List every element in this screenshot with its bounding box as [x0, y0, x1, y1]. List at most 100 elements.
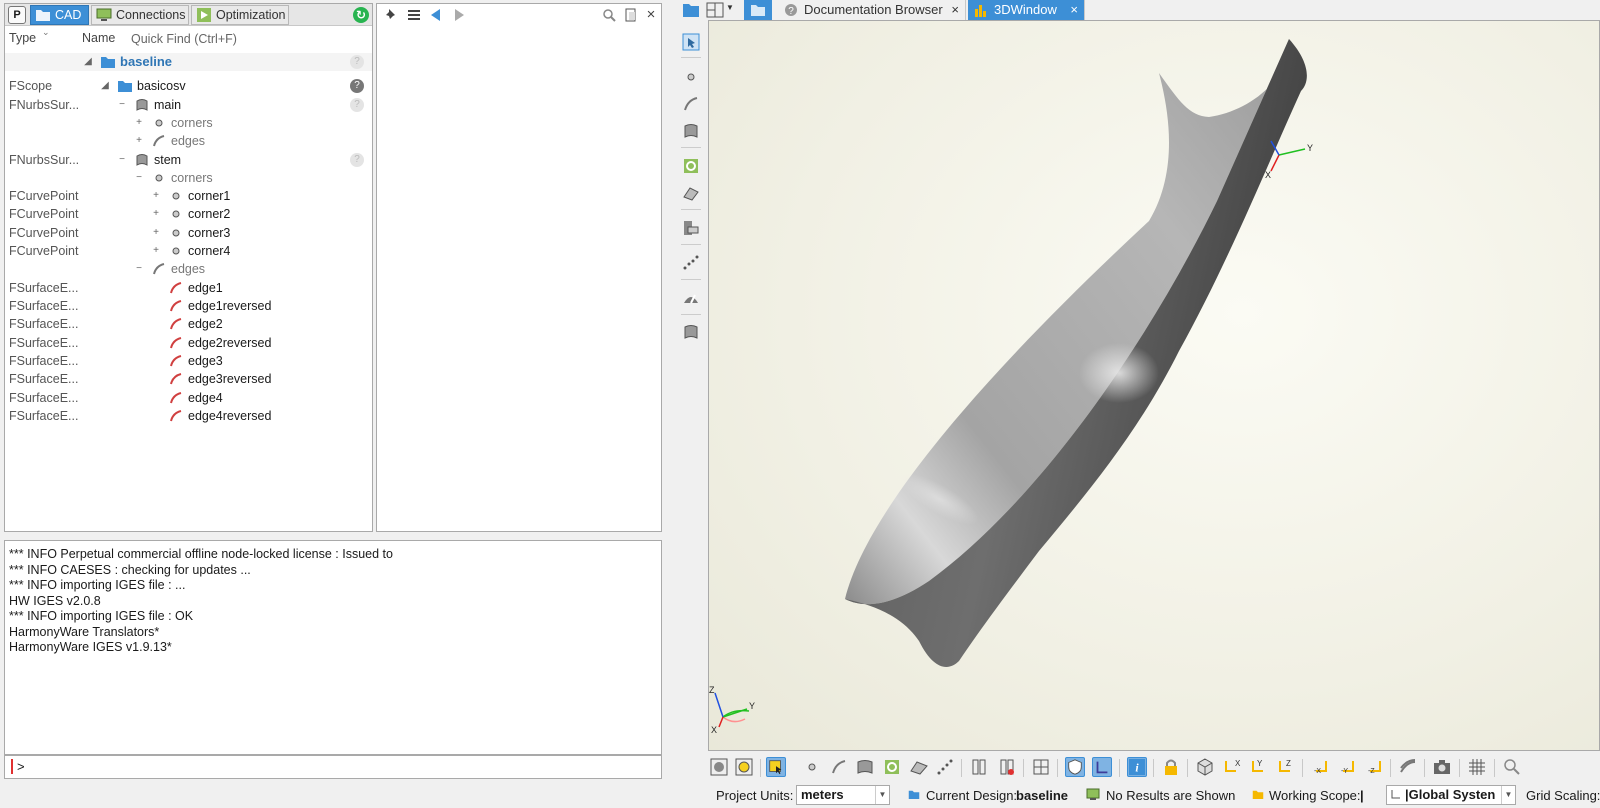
tree-row-edges[interactable]: − edges — [5, 260, 372, 278]
plane-filter-icon[interactable] — [909, 757, 929, 777]
pin-icon[interactable] — [383, 7, 399, 23]
tree-row-edge2reversed[interactable]: FSurfaceE... edge2reversed — [5, 334, 372, 352]
quick-find-input[interactable] — [131, 30, 367, 47]
collapse-toggle[interactable]: − — [117, 151, 127, 169]
tab-optimization[interactable]: Optimization — [191, 5, 289, 25]
forward-arrow-icon[interactable] — [451, 7, 467, 23]
view-neg-x-icon[interactable]: -X — [1310, 757, 1330, 777]
p-button[interactable]: P — [8, 6, 26, 24]
select-arrow-icon[interactable] — [682, 33, 700, 51]
folder-tab-button[interactable] — [744, 0, 772, 20]
tree-row-basicosv[interactable]: FScope ◢ basicosv ? — [5, 77, 372, 95]
view-neg-y-icon[interactable]: -Y — [1337, 757, 1357, 777]
tree-row-edge1reversed[interactable]: FSurfaceE... edge1reversed — [5, 297, 372, 315]
point-set-icon[interactable] — [682, 254, 700, 272]
folder-icon[interactable] — [682, 1, 700, 19]
tab-3dwindow[interactable]: 3DWindow × — [968, 0, 1085, 20]
search-icon[interactable] — [601, 7, 617, 23]
grid-view-icon[interactable] — [1031, 757, 1051, 777]
tree-row-corner4[interactable]: FCurvePoint + corner4 — [5, 242, 372, 260]
tree-row-edges[interactable]: + edges — [5, 132, 372, 150]
chevron-down-icon[interactable]: ▼ — [726, 3, 734, 12]
expand-toggle[interactable]: + — [134, 114, 144, 132]
tree-row-corners[interactable]: − corners — [5, 169, 372, 187]
design-surface-filter-icon[interactable] — [882, 757, 902, 777]
name-column-header[interactable]: Name — [82, 31, 115, 45]
selection-filter-icon[interactable] — [766, 757, 786, 777]
coordinate-system-select[interactable]: |Global Systen ▼ — [1386, 785, 1516, 805]
design-surface-icon[interactable] — [682, 157, 700, 175]
tree-row-stem[interactable]: FNurbsSur... − stem ? — [5, 151, 372, 169]
hide-section-icon[interactable] — [997, 757, 1017, 777]
current-design-value[interactable]: baseline — [1016, 788, 1068, 803]
tree-row-baseline[interactable]: ◢ baseline ? — [5, 53, 372, 71]
tab-connections[interactable]: Connections — [91, 5, 189, 25]
tree-row-edge3[interactable]: FSurfaceE... edge3 — [5, 352, 372, 370]
point-icon[interactable] — [682, 68, 700, 86]
project-units-select[interactable]: meters ▼ — [796, 785, 890, 805]
back-arrow-icon[interactable] — [428, 7, 444, 23]
expand-toggle[interactable]: + — [151, 205, 161, 223]
copy-icon[interactable] — [623, 7, 639, 23]
point-filter-icon[interactable] — [802, 757, 822, 777]
view-x-icon[interactable]: X — [1222, 757, 1242, 777]
measure-icon[interactable] — [682, 289, 700, 307]
console-command-input[interactable]: > — [4, 755, 662, 779]
tree-row-edge4reversed[interactable]: FSurfaceE... edge4reversed — [5, 407, 372, 425]
iso-view-icon[interactable] — [1195, 757, 1215, 777]
tree-row-corner2[interactable]: FCurvePoint + corner2 — [5, 205, 372, 223]
lock-icon[interactable] — [1161, 757, 1181, 777]
close-icon[interactable]: × — [1070, 0, 1078, 20]
grid-icon[interactable] — [1467, 757, 1487, 777]
collapse-arrow-icon[interactable]: ◢ — [83, 53, 93, 71]
shield-icon[interactable] — [1065, 757, 1085, 777]
list-icon[interactable] — [406, 7, 422, 23]
tree-row-main[interactable]: FNurbsSur... − main ? — [5, 96, 372, 114]
help-icon[interactable]: ? — [350, 153, 364, 167]
tree-row-corners[interactable]: + corners — [5, 114, 372, 132]
expand-toggle[interactable]: + — [151, 187, 161, 205]
info-icon[interactable]: i — [1127, 757, 1147, 777]
collapse-toggle[interactable]: − — [134, 169, 144, 187]
shaded-view-icon[interactable] — [709, 757, 729, 777]
expand-toggle[interactable]: + — [151, 242, 161, 260]
tree-row-corner3[interactable]: FCurvePoint + corner3 — [5, 224, 372, 242]
expand-toggle[interactable]: + — [134, 132, 144, 150]
tree-row-edge1[interactable]: FSurfaceE... edge1 — [5, 279, 372, 297]
point-set-filter-icon[interactable] — [935, 757, 955, 777]
view-z-icon[interactable]: Z — [1276, 757, 1296, 777]
help-icon[interactable]: ? — [350, 79, 364, 93]
wireframe-view-icon[interactable] — [734, 757, 754, 777]
feature-icon[interactable] — [682, 219, 700, 237]
surface-filter-icon[interactable] — [855, 757, 875, 777]
tree-row-edge2[interactable]: FSurfaceE... edge2 — [5, 315, 372, 333]
curve-icon[interactable] — [682, 95, 700, 113]
help-icon[interactable]: ? — [350, 55, 364, 69]
axis-toggle-icon[interactable] — [1092, 757, 1112, 777]
close-icon[interactable]: × — [643, 7, 659, 23]
refresh-icon[interactable]: ↻ — [353, 7, 369, 23]
zoom-icon[interactable] — [1502, 757, 1522, 777]
view-neg-z-icon[interactable]: -Z — [1364, 757, 1384, 777]
tree-row-corner1[interactable]: FCurvePoint + corner1 — [5, 187, 372, 205]
view-y-icon[interactable]: Y — [1249, 757, 1269, 777]
3d-viewport[interactable]: Y X Y Z X — [708, 20, 1600, 751]
expand-toggle[interactable]: + — [151, 224, 161, 242]
plane-icon[interactable] — [682, 184, 700, 202]
curve-filter-icon[interactable] — [829, 757, 849, 777]
tree-row-edge3reversed[interactable]: FSurfaceE... edge3reversed — [5, 370, 372, 388]
curvature-icon[interactable] — [1398, 757, 1418, 777]
tab-cad[interactable]: CAD — [30, 5, 89, 25]
surface-icon[interactable] — [682, 122, 700, 140]
working-scope-value[interactable]: | — [1360, 788, 1364, 803]
type-column-header[interactable]: Type — [9, 31, 36, 45]
camera-icon[interactable] — [1432, 757, 1452, 777]
collapse-toggle[interactable]: − — [134, 260, 144, 278]
surface-icon[interactable] — [682, 323, 700, 341]
help-icon[interactable]: ? — [350, 98, 364, 112]
section-view-icon[interactable] — [969, 757, 989, 777]
tree-row-edge4[interactable]: FSurfaceE... edge4 — [5, 389, 372, 407]
layout-icon[interactable] — [706, 2, 724, 18]
tab-documentation-browser[interactable]: ? Documentation Browser × — [778, 0, 966, 20]
collapse-toggle[interactable]: − — [117, 96, 127, 114]
